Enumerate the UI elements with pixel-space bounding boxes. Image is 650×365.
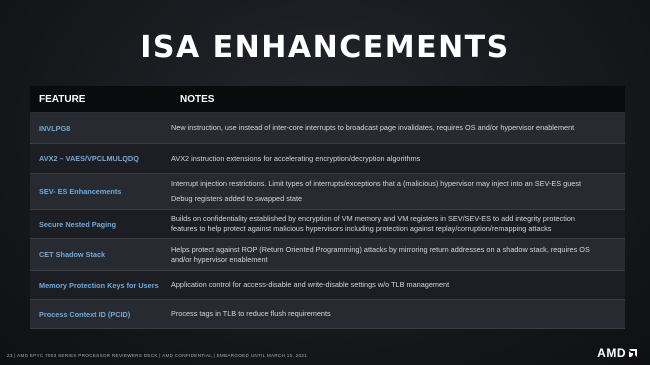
notes-line: New instruction, use instead of inter-co…	[171, 123, 575, 132]
feature-cell: AVX2 – VAES/VPCLMULQDQ	[39, 154, 139, 163]
table-row: AVX2 – VAES/VPCLMULQDQ AVX2 instruction …	[30, 144, 625, 174]
notes-line: Interrupt injection restrictions. Limit …	[171, 179, 582, 188]
notes-line: Helps protect against ROP (Return Orient…	[171, 244, 590, 254]
notes-cell: Builds on confidentiality established by…	[171, 214, 625, 234]
table-row: INVLPG8 New instruction, use instead of …	[30, 113, 625, 144]
feature-cell: CET Shadow Stack	[39, 250, 106, 259]
notes-cell: Helps protect against ROP (Return Orient…	[171, 245, 625, 265]
notes-line: and/or hypervisor enablement	[171, 254, 268, 264]
header-notes: NOTES	[180, 93, 215, 105]
notes-line: Builds on confidentiality established by…	[171, 214, 575, 223]
table-row: SEV- ES Enhancements Interrupt injection…	[30, 174, 625, 210]
table-row: CET Shadow Stack Helps protect against R…	[30, 239, 625, 271]
slide-footer: 23 | AMD EPYC 7003 SERIES PROCESSOR REVI…	[7, 353, 308, 358]
slide-title: ISA ENHANCEMENTS	[140, 30, 510, 65]
feature-cell: INVLPG8	[39, 123, 71, 133]
notes-line: Process tags in TLB to reduce flush requ…	[171, 309, 331, 318]
feature-cell: Memory Protection Keys for Users	[39, 280, 159, 290]
notes-cell: Process tags in TLB to reduce flush requ…	[171, 309, 625, 319]
header-feature: FEATURE	[39, 93, 86, 105]
table-row: Process Context ID (PCID) Process tags i…	[30, 300, 625, 329]
notes-line: Debug registers added to swapped state	[171, 194, 303, 203]
table-row: Memory Protection Keys for Users Applica…	[30, 271, 625, 300]
feature-cell: Process Context ID (PCID)	[39, 309, 131, 319]
notes-line: Application control for access-disable a…	[171, 280, 450, 289]
notes-cell: AVX2 instruction extensions for accelera…	[171, 154, 625, 164]
table-header: FEATURE NOTES	[30, 86, 625, 113]
amd-logo-text: AMD	[597, 346, 626, 360]
notes-line: features to help protect against malicio…	[171, 224, 552, 233]
notes-line: AVX2 instruction extensions for accelera…	[171, 153, 421, 163]
feature-cell: SEV- ES Enhancements	[39, 187, 122, 196]
amd-arrow-icon	[629, 349, 637, 357]
notes-cell: Application control for access-disable a…	[171, 280, 625, 290]
amd-logo: AMD	[597, 346, 638, 360]
notes-cell: New instruction, use instead of inter-co…	[171, 123, 625, 133]
feature-cell: Secure Nested Paging	[39, 219, 117, 229]
table-row: Secure Nested Paging Builds on confident…	[30, 210, 625, 239]
isa-table: FEATURE NOTES INVLPG8 New instruction, u…	[30, 86, 625, 329]
notes-cell: Interrupt injection restrictions. Limit …	[171, 179, 625, 204]
